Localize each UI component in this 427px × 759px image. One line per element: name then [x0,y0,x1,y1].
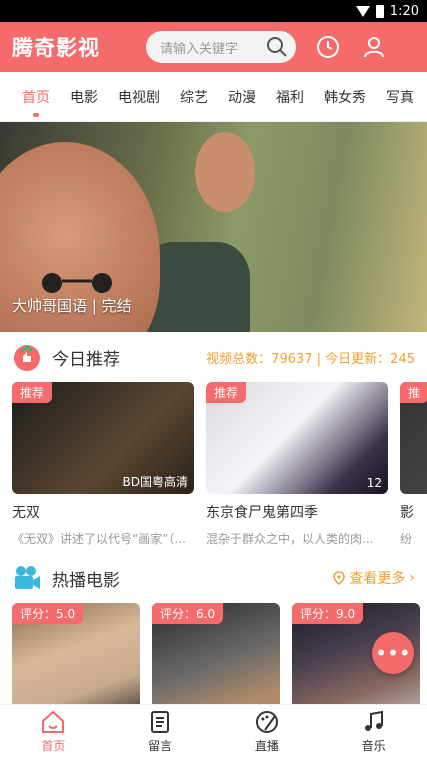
banner-glasses [42,273,112,293]
card-thumbnail: 推荐 12 [206,382,388,494]
card-title: 无双 [12,505,40,521]
search-icon[interactable] [266,36,288,58]
view-more-link[interactable]: 查看更多 › [333,568,415,588]
view-more-label: 查看更多 [349,571,406,587]
recommend-tag: 推荐 [206,382,247,403]
nav-home-label: 首页 [41,739,66,753]
hot-section-header: 热播电影 查看更多 › [0,553,427,603]
search-input[interactable]: 请输入关键字 [146,31,296,63]
hero-banner[interactable]: 大帅哥国语 | 完结 [0,122,427,332]
banner-figure [195,132,255,212]
episode-label: 12 [366,476,382,490]
nav-music[interactable]: 音乐 [320,705,427,759]
nav-live-label: 直播 [254,739,279,753]
status-time: 1:20 [389,3,419,19]
today-title: 今日推荐 [52,349,120,370]
history-icon[interactable] [314,33,342,61]
tomato-icon [14,345,40,371]
status-bar: 1:20 [0,0,427,22]
search-placeholder: 请输入关键字 [160,41,239,57]
recommend-card[interactable]: 推 影 纷 [400,382,427,547]
music-icon [364,710,383,731]
tab-photo[interactable]: 写真 [386,87,414,107]
score-badge: 评分：5.0 [12,603,84,624]
battery-icon [375,4,384,18]
user-icon[interactable] [360,33,388,61]
app-title: 腾奇影视 [12,36,100,60]
home-icon [42,710,65,733]
today-cards: 推荐 BD国粤高清 无双 《无双》讲述了以代号“画家”（... 推荐 12 东京… [0,382,427,547]
message-icon [151,711,170,733]
card-description: 混杂于群众之中，以人类的肉... [206,532,374,546]
nav-live[interactable]: 直播 [214,705,321,759]
tab-movie[interactable]: 电影 [70,87,98,107]
recommend-card[interactable]: 推荐 BD国粤高清 无双 《无双》讲述了以代号“画家”（... [12,382,194,547]
bottom-navigation: 首页 留言 直播 音乐 [0,704,427,759]
card-title: 东京食尸鬼第四季 [206,505,318,521]
category-tabs: 首页 电影 电视剧 综艺 动漫 福利 韩女秀 写真 [0,72,427,122]
more-fab-button[interactable]: ••• [372,632,414,674]
banner-caption: 大帅哥国语 | 完结 [12,297,132,315]
card-description: 《无双》讲述了以代号“画家”（... [12,532,186,546]
hot-title: 热播电影 [52,570,120,591]
score-badge: 评分：9.0 [292,603,364,624]
card-description: 纷 [400,532,413,546]
location-icon [333,571,346,585]
palette-icon [255,711,278,733]
card-thumbnail: 推荐 BD国粤高清 [12,382,194,494]
tab-welfare[interactable]: 福利 [276,87,304,107]
nav-message-label: 留言 [148,739,173,753]
today-section-header: 今日推荐 视频总数：79637 | 今日更新：245 [0,332,427,382]
recommend-tag: 推 [400,382,427,403]
tab-home[interactable]: 首页 [22,87,50,117]
nav-home[interactable]: 首页 [0,705,107,759]
tab-korean-show[interactable]: 韩女秀 [324,87,366,107]
wifi-icon [355,5,370,17]
tab-tv[interactable]: 电视剧 [118,87,160,107]
quality-label: BD国粤高清 [122,475,188,489]
app-header: 腾奇影视 请输入关键字 [0,22,427,72]
tab-variety[interactable]: 综艺 [180,87,208,107]
card-thumbnail: 推 [400,382,427,494]
tab-anime[interactable]: 动漫 [228,87,256,107]
nav-music-label: 音乐 [361,739,386,753]
nav-message[interactable]: 留言 [107,705,214,759]
score-badge: 评分：6.0 [152,603,224,624]
camera-icon [15,566,40,589]
recommend-card[interactable]: 推荐 12 东京食尸鬼第四季 混杂于群众之中，以人类的肉... [206,382,388,547]
recommend-tag: 推荐 [12,382,53,403]
chevron-right-icon: › [409,570,415,586]
video-stats: 视频总数：79637 | 今日更新：245 [206,351,415,367]
card-title: 影 [400,505,414,521]
